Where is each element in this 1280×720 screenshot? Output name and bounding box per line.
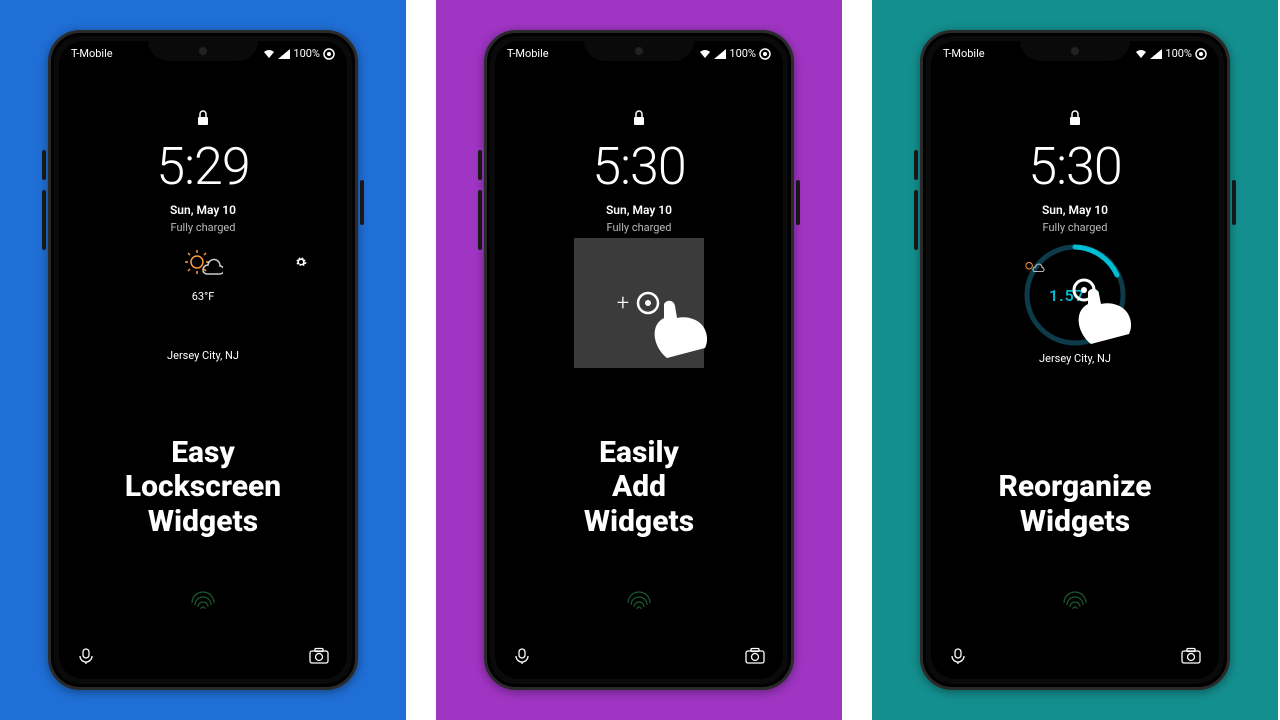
tap-hand-icon <box>646 296 726 376</box>
status-bar: T-Mobile 100% <box>495 41 783 60</box>
phone-frame: T-Mobile 100% 5:30 Sun, May 10 Fully cha… <box>484 30 794 690</box>
promo-tagline: Easy Lockscreen Widgets <box>59 436 347 540</box>
status-bar: T-Mobile 100% <box>931 41 1219 60</box>
battery-percent: 100% <box>1165 47 1192 60</box>
promo-panel-2: T-Mobile 100% 5:30 Sun, May 10 Fully cha… <box>436 0 842 720</box>
battery-status-label: Fully charged <box>171 221 236 234</box>
date-label: Sun, May 10 <box>170 203 236 217</box>
gear-icon[interactable] <box>295 256 307 271</box>
date-label: Sun, May 10 <box>1042 203 1108 217</box>
battery-circle-icon <box>323 48 335 60</box>
phone-frame: T-Mobile 100% 5:30 Sun, May 10 Fully cha… <box>920 30 1230 690</box>
promo-tagline: Easily Add Widgets <box>495 436 783 540</box>
mic-icon[interactable] <box>513 647 531 665</box>
phone-frame: T-Mobile 100% 5:29 Sun, May 10 Fully cha… <box>48 30 358 690</box>
camera-icon[interactable] <box>745 647 765 665</box>
circular-usage-widget[interactable]: 1.57 B <box>1020 240 1130 350</box>
status-right: 100% <box>699 47 771 60</box>
weather-widget[interactable]: 63°F Jersey City, NJ <box>59 248 347 388</box>
carrier-label: T-Mobile <box>507 47 549 60</box>
status-right: 100% <box>1135 47 1207 60</box>
status-bar: T-Mobile 100% <box>59 41 347 60</box>
camera-icon[interactable] <box>309 647 329 665</box>
clock-time: 5:29 <box>156 136 249 197</box>
clock-time: 5:30 <box>592 136 685 197</box>
mic-icon[interactable] <box>77 647 95 665</box>
mic-icon[interactable] <box>949 647 967 665</box>
wifi-icon <box>699 49 711 59</box>
lock-icon <box>196 110 210 130</box>
signal-icon <box>278 49 290 59</box>
lock-icon <box>632 110 646 130</box>
tap-hand-icon <box>1068 278 1148 358</box>
temperature-label: 63°F <box>192 290 215 303</box>
camera-icon[interactable] <box>1181 647 1201 665</box>
promo-panel-1: T-Mobile 100% 5:29 Sun, May 10 Fully cha… <box>0 0 406 720</box>
battery-percent: 100% <box>293 47 320 60</box>
carrier-label: T-Mobile <box>71 47 113 60</box>
status-right: 100% <box>263 47 335 60</box>
location-label: Jersey City, NJ <box>167 349 239 362</box>
add-widget-tile[interactable]: + <box>574 238 704 368</box>
reorganize-widget-area: 1.57 B Jersey City, NJ <box>931 240 1219 380</box>
date-label: Sun, May 10 <box>606 203 672 217</box>
signal-icon <box>1150 49 1162 59</box>
plus-icon: + <box>617 291 629 316</box>
fingerprint-icon[interactable] <box>186 581 220 619</box>
battery-status-label: Fully charged <box>607 221 672 234</box>
battery-circle-icon <box>1195 48 1207 60</box>
promo-tagline: Reorganize Widgets <box>931 470 1219 539</box>
fingerprint-icon[interactable] <box>622 581 656 619</box>
wifi-icon <box>263 49 275 59</box>
fingerprint-icon[interactable] <box>1058 581 1092 619</box>
carrier-label: T-Mobile <box>943 47 985 60</box>
battery-status-label: Fully charged <box>1043 221 1108 234</box>
wifi-icon <box>1135 49 1147 59</box>
clock-time: 5:30 <box>1028 136 1121 197</box>
add-widget-area: + <box>495 238 783 378</box>
battery-circle-icon <box>759 48 771 60</box>
promo-panel-3: T-Mobile 100% 5:30 Sun, May 10 Fully cha… <box>872 0 1278 720</box>
signal-icon <box>714 49 726 59</box>
weather-sun-cloud-icon <box>183 248 223 280</box>
battery-percent: 100% <box>729 47 756 60</box>
weather-sun-cloud-icon <box>1020 256 1046 278</box>
lock-icon <box>1068 110 1082 130</box>
